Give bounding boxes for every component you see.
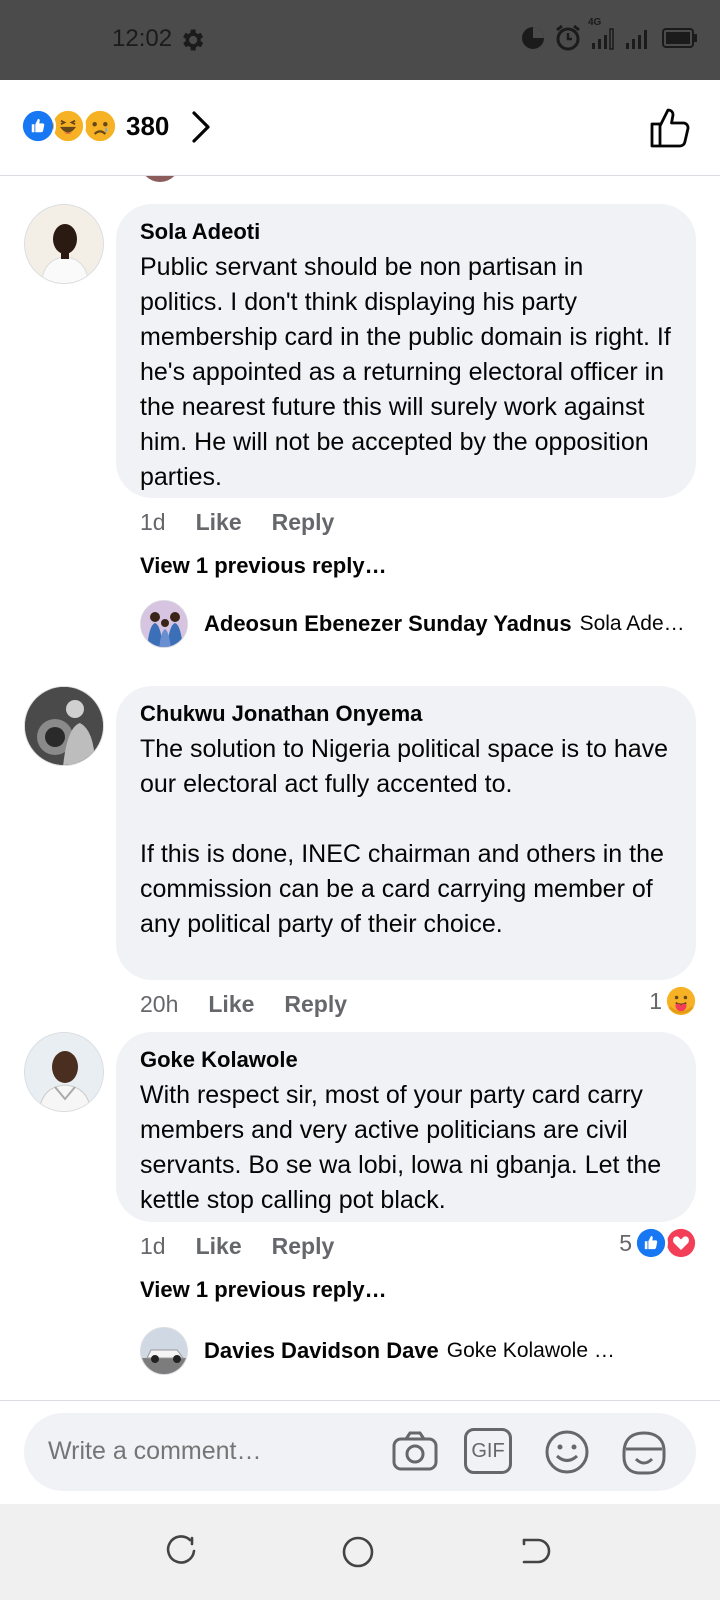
- signal-strength-2-icon: [626, 30, 647, 49]
- sad-reaction-icon: [82, 108, 118, 144]
- system-nav-bar: [0, 1504, 720, 1600]
- reply-button[interactable]: Reply: [284, 991, 347, 1018]
- comment-feed[interactable]: Sola Adeoti Public servant should be non…: [0, 176, 720, 1482]
- care-reaction-icon: [664, 984, 698, 1018]
- avatar-photo: [25, 1033, 103, 1111]
- reply-author[interactable]: Davies Davidson Dave: [204, 1338, 439, 1364]
- reaction-count: 5: [619, 1229, 632, 1256]
- status-time: 12:02: [112, 25, 173, 52]
- avatar-cut-off: [140, 176, 180, 182]
- data-usage-icon: [522, 27, 544, 49]
- camera-icon[interactable]: [390, 1427, 440, 1477]
- avatar[interactable]: [140, 1327, 188, 1375]
- comment-author[interactable]: Sola Adeoti: [140, 218, 672, 246]
- comment-bubble[interactable]: Chukwu Jonathan Onyema The solution to N…: [116, 686, 696, 980]
- signal-strength-icon: [592, 28, 614, 50]
- avatar[interactable]: [24, 204, 104, 284]
- avatar[interactable]: [140, 600, 188, 648]
- like-button[interactable]: Like: [196, 1233, 242, 1260]
- reply-preview[interactable]: Davies Davidson Dave Goke Kolawole …: [140, 1327, 615, 1375]
- recent-apps-icon[interactable]: [164, 1534, 198, 1568]
- comment-time[interactable]: 20h: [140, 991, 178, 1018]
- gif-label: GIF: [471, 1439, 505, 1462]
- reactions-header[interactable]: 380: [0, 80, 720, 176]
- reply-button[interactable]: Reply: [272, 509, 335, 536]
- settings-gear-icon: [183, 29, 204, 51]
- avatar-photo: [25, 205, 103, 283]
- like-reaction-icon: [634, 1226, 668, 1260]
- comment-actions: 1d Like Reply: [140, 1233, 334, 1260]
- chevron-right-icon[interactable]: [190, 110, 214, 144]
- reaction-count: 1: [649, 987, 662, 1014]
- status-icons: 4G: [520, 17, 698, 52]
- like-button[interactable]: Like: [196, 509, 242, 536]
- comment-reactions[interactable]: 1: [649, 984, 698, 1018]
- sticker-icon[interactable]: [618, 1427, 670, 1479]
- comment-actions: 1d Like Reply: [140, 509, 334, 536]
- view-previous-reply-link[interactable]: View 1 previous reply…: [140, 1277, 387, 1303]
- comment-input[interactable]: [48, 1437, 368, 1466]
- battery-icon: [662, 28, 697, 48]
- comment-bubble[interactable]: Sola Adeoti Public servant should be non…: [116, 204, 696, 498]
- alarm-icon: [556, 24, 580, 51]
- comment-text: Public servant should be non partisan in…: [140, 253, 678, 491]
- comment-author[interactable]: Chukwu Jonathan Onyema: [140, 700, 672, 728]
- comment-author[interactable]: Goke Kolawole: [140, 1046, 672, 1074]
- comment-actions: 20h Like Reply: [140, 991, 347, 1018]
- like-thumb-icon[interactable]: [648, 104, 694, 150]
- like-button[interactable]: Like: [208, 991, 254, 1018]
- comments-sheet: 380 Sola Adeoti Public servant should be…: [0, 80, 720, 1500]
- comment-time[interactable]: 1d: [140, 1233, 166, 1260]
- gif-button[interactable]: GIF: [464, 1428, 512, 1474]
- comment-reactions[interactable]: 5: [619, 1226, 698, 1260]
- reply-snippet: Sola Ade…: [579, 612, 685, 635]
- reply-preview[interactable]: Adeosun Ebenezer Sunday Yadnus Sola Ade…: [140, 600, 685, 648]
- avatar-photo: [25, 687, 103, 765]
- emoji-icon[interactable]: [542, 1427, 592, 1477]
- love-reaction-icon: [664, 1226, 698, 1260]
- avatar-photo: [141, 601, 187, 647]
- comment-time[interactable]: 1d: [140, 509, 166, 536]
- reaction-count[interactable]: 380: [126, 111, 169, 142]
- signal-4g: 4G: [588, 17, 616, 51]
- back-icon[interactable]: [518, 1534, 552, 1568]
- reply-snippet: Goke Kolawole …: [446, 1339, 615, 1362]
- avatar-photo: [141, 1328, 187, 1374]
- status-bar: 12:02 4G: [0, 0, 720, 80]
- comment-bubble[interactable]: Goke Kolawole With respect sir, most of …: [116, 1032, 696, 1222]
- avatar[interactable]: [24, 1032, 104, 1112]
- reply-button[interactable]: Reply: [272, 1233, 335, 1260]
- comment-text: With respect sir, most of your party car…: [140, 1081, 669, 1214]
- comment-input-box[interactable]: GIF: [24, 1413, 696, 1491]
- view-previous-reply-link[interactable]: View 1 previous reply…: [140, 553, 387, 579]
- home-icon[interactable]: [340, 1534, 376, 1570]
- avatar[interactable]: [24, 686, 104, 766]
- comment-text: The solution to Nigeria political space …: [140, 735, 669, 938]
- comment-composer: GIF: [0, 1400, 720, 1504]
- like-reaction-icon: [20, 108, 56, 144]
- reaction-icons: [20, 108, 124, 144]
- reply-author[interactable]: Adeosun Ebenezer Sunday Yadnus: [204, 611, 572, 637]
